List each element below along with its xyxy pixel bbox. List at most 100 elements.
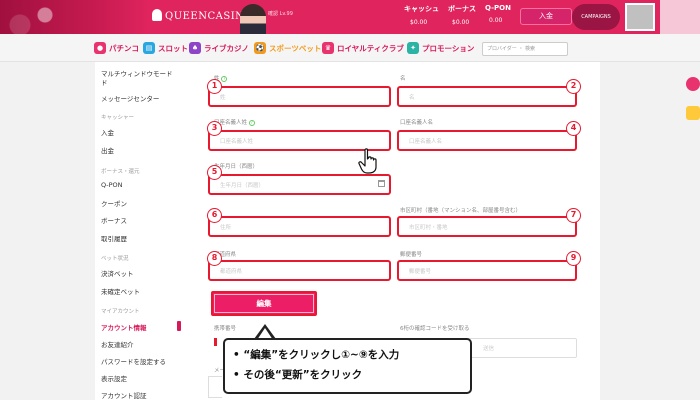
address-field[interactable]: 住所 (208, 216, 391, 237)
prefecture-field[interactable]: 都道府県 (208, 260, 391, 281)
nav-live-casino-label: ライブカジノ (204, 43, 249, 53)
floating-chat-icon[interactable] (686, 77, 700, 91)
sidebar-head-bets: ベット状況 (101, 256, 129, 262)
nav-sports[interactable]: ⚽ スポーツベット (254, 40, 321, 56)
postal-code-field[interactable]: 郵便番号 (397, 260, 577, 281)
step-marker-4: 4 (566, 121, 581, 136)
last-name-field[interactable]: 姓 (208, 86, 391, 107)
gift-icon: ✦ (407, 42, 419, 54)
provider-search-input[interactable]: プロバイダー ・ 検索 (482, 42, 568, 56)
sidebar-item-password[interactable]: パスワードを設定する (101, 356, 166, 366)
sidebar-item-referral[interactable]: お友達紹介 (101, 339, 134, 349)
instruction-callout: • “編集”をクリックし①~⑨を入力 • その後“更新”をクリック (223, 338, 472, 394)
code-label: 6桁の確認コードを受け取る (400, 326, 470, 332)
city-placeholder: 市区町村・番地 (409, 225, 448, 231)
header-decoration (0, 0, 150, 34)
sidebar-item-messages[interactable]: メッセージセンター (101, 93, 159, 103)
nav-live-casino[interactable]: ♠ ライブカジノ (189, 40, 249, 56)
nav-promotions-label: プロモーション (422, 43, 475, 53)
phone-label: 携帯番号 (214, 326, 237, 332)
cards-icon: ♠ (189, 42, 201, 54)
deposit-button[interactable]: 入金 (520, 8, 572, 25)
sidebar-item-qpon[interactable]: Q-PON (101, 181, 123, 189)
sidebar-item-coupon[interactable]: クーポン (101, 198, 127, 208)
sports-icon: ⚽ (254, 42, 266, 54)
email-field[interactable] (208, 376, 222, 398)
bonus-value: $0.00 (452, 19, 470, 26)
edit-button[interactable]: 編集 (211, 291, 317, 316)
crown-nav-icon: ♛ (322, 42, 334, 54)
right-gutter (600, 62, 700, 400)
step-marker-8: 8 (207, 251, 222, 266)
campaigns-badge[interactable]: CAMPAIGNS (572, 4, 620, 30)
instruction-line-2: • その後“更新”をクリック (233, 369, 363, 381)
crown-icon (152, 9, 162, 21)
birthdate-placeholder: 生年月日（西暦） (220, 183, 265, 189)
account-first-name-label: 口座名義人名 (400, 120, 434, 126)
sidebar-item-settled-bets[interactable]: 決済ベット (101, 268, 134, 278)
sidebar-item-pending-bets[interactable]: 未確定ベット (101, 286, 140, 296)
nav-promotions[interactable]: ✦ プロモーション (407, 40, 474, 56)
account-first-name-field[interactable]: 口座名義人名 (397, 130, 577, 151)
floating-reward-icon[interactable] (686, 106, 700, 120)
step-marker-1: 1 (207, 79, 222, 94)
step-marker-2: 2 (566, 79, 581, 94)
sidebar-item-withdraw[interactable]: 出金 (101, 145, 114, 155)
city-field[interactable]: 市区町村・番地 (397, 216, 577, 237)
account-sidebar: マルチウィンドウモード ド メッセージセンター キャッシャー 入金 出金 ボーナ… (95, 62, 187, 400)
help-icon[interactable]: ? (221, 75, 228, 82)
step-marker-6: 6 (207, 208, 222, 223)
instruction-line-1: • “編集”をクリックし①~⑨を入力 (233, 349, 400, 361)
cash-balance[interactable]: キャッシュ $0.00 (404, 4, 439, 26)
sidebar-item-multiwindow-wrap[interactable]: ド (101, 77, 108, 87)
user-level: 確認 Lv.99 (268, 11, 293, 17)
postal-code-label: 郵便番号 (400, 252, 423, 258)
top-bar: QUEENCASINO 確認 Lv.99 キャッシュ $0.00 ボーナス $0… (0, 0, 700, 34)
sidebar-item-multiwindow[interactable]: マルチウィンドウモード (101, 68, 173, 78)
mascot-image (240, 4, 266, 34)
address-placeholder: 住所 (220, 225, 232, 231)
calendar-icon[interactable] (378, 180, 385, 187)
hand-cursor-icon (358, 148, 377, 174)
nav-slots-label: スロット (158, 43, 188, 53)
account-last-name-placeholder: 口座名義人姓 (220, 139, 254, 145)
cash-value: $0.00 (410, 19, 428, 26)
sidebar-item-transactions[interactable]: 取引履歴 (101, 233, 127, 243)
nav-pachinko-label: パチンコ (109, 43, 139, 53)
sidebar-item-verification[interactable]: アカウント認証 (101, 390, 147, 400)
first-name-label: 名 (400, 76, 406, 82)
nav-pachinko[interactable]: ● パチンコ (94, 40, 139, 56)
sidebar-item-deposit[interactable]: 入金 (101, 127, 114, 137)
postal-code-placeholder: 郵便番号 (409, 269, 432, 275)
sidebar-head-my-account: マイアカウント (101, 309, 140, 315)
main-nav: ● パチンコ ▤ スロット ♠ ライブカジノ ⚽ スポーツベット ♛ ロイヤルテ… (0, 34, 700, 62)
help-icon[interactable]: ? (248, 119, 255, 126)
bonus-balance[interactable]: ボーナス $0.00 (448, 4, 476, 26)
nav-slots[interactable]: ▤ スロット (143, 40, 188, 56)
prefecture-placeholder: 都道府県 (220, 269, 243, 275)
qpon-label: Q-PON (485, 4, 511, 12)
sidebar-item-account-info[interactable]: アカウント情報 (101, 322, 147, 332)
nav-loyalty-club[interactable]: ♛ ロイヤルティクラブ (322, 40, 404, 56)
sidebar-head-cashier: キャッシャー (101, 115, 135, 121)
active-indicator (177, 321, 181, 331)
slot-icon: ▤ (143, 42, 155, 54)
qpon-balance[interactable]: Q-PON 0.00 (485, 4, 511, 24)
site-logo[interactable]: QUEENCASINO (152, 9, 253, 22)
bonus-label: ボーナス (448, 5, 476, 13)
birthdate-field[interactable]: 生年月日（西暦） (208, 174, 391, 195)
sidebar-item-display[interactable]: 表示設定 (101, 373, 127, 383)
first-name-field[interactable]: 名 (397, 86, 577, 107)
step-marker-9: 9 (566, 251, 581, 266)
last-name-placeholder: 姓 (220, 95, 226, 101)
qpon-value: 0.00 (489, 17, 503, 24)
city-label: 市区町村（番地（マンション名、部屋番号含む） (400, 208, 522, 214)
step-marker-5: 5 (207, 165, 222, 180)
promo-thumbnail[interactable] (625, 3, 655, 31)
step-marker-7: 7 (566, 208, 581, 223)
account-first-name-placeholder: 口座名義人名 (409, 139, 443, 145)
sidebar-item-bonus[interactable]: ボーナス (101, 215, 127, 225)
header-corner (660, 0, 700, 34)
phone-flag-marker (214, 338, 217, 346)
nav-loyalty-label: ロイヤルティクラブ (337, 43, 404, 53)
